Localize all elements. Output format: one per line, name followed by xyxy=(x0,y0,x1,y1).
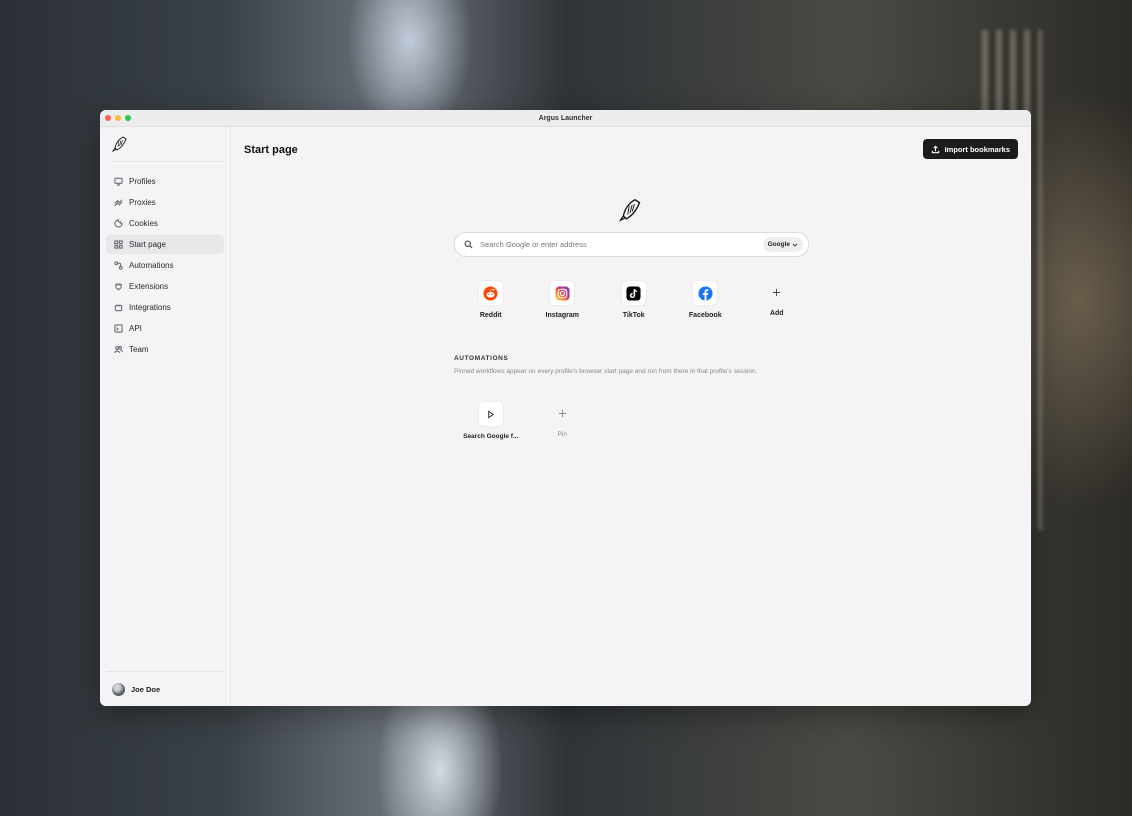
shortcut-tile xyxy=(477,280,504,306)
shortcut-tiktok[interactable]: TikTok xyxy=(598,280,670,319)
import-bookmarks-label: Import bookmarks xyxy=(944,144,1010,154)
shortcut-label: Add xyxy=(769,310,784,317)
reddit-icon xyxy=(483,285,498,301)
user-profile[interactable]: Joe Doe xyxy=(106,671,224,706)
sidebar-item-label: Automations xyxy=(129,261,174,270)
monitor-icon xyxy=(114,177,123,186)
team-icon xyxy=(114,345,123,354)
tiktok-icon xyxy=(626,285,641,301)
sidebar: Profiles Proxies Cookies Start page Auto… xyxy=(100,127,231,706)
search-icon xyxy=(464,240,473,249)
plus-icon xyxy=(558,409,566,417)
sidebar-item-automations[interactable]: Automations xyxy=(106,256,224,275)
sidebar-item-team[interactable]: Team xyxy=(106,340,224,359)
shortcut-add[interactable]: Add xyxy=(741,280,813,319)
avatar xyxy=(112,682,125,696)
sidebar-item-extensions[interactable]: Extensions xyxy=(106,277,224,296)
automations-description: Pinned workflows appear on every profile… xyxy=(454,368,758,375)
automation-tile xyxy=(477,401,504,427)
grid-icon xyxy=(114,240,123,249)
automation-label: Pin xyxy=(557,431,567,438)
sidebar-item-api[interactable]: API xyxy=(106,319,224,338)
argus-logo-icon xyxy=(618,198,641,222)
sidebar-item-profiles[interactable]: Profiles xyxy=(106,172,224,191)
facebook-icon xyxy=(698,285,713,301)
shortcut-instagram[interactable]: Instagram xyxy=(527,280,599,319)
sidebar-item-label: Start page xyxy=(129,240,166,249)
shortcut-facebook[interactable]: Facebook xyxy=(670,280,742,319)
title-bar: Argus Launcher xyxy=(100,110,1031,127)
center-logo xyxy=(618,197,641,228)
sidebar-item-start-page[interactable]: Start page xyxy=(106,235,224,254)
terminal-icon xyxy=(114,324,123,333)
plus-icon xyxy=(773,288,781,296)
sidebar-item-cookies[interactable]: Cookies xyxy=(106,214,224,233)
search-bar[interactable]: Google xyxy=(454,232,809,257)
shortcut-reddit[interactable]: Reddit xyxy=(455,280,527,319)
sidebar-item-label: Integrations xyxy=(129,303,171,312)
automation-item[interactable]: Search Google f... xyxy=(455,401,527,440)
automations-list: Search Google f... Pin xyxy=(455,401,598,440)
shortcut-tile xyxy=(692,280,719,306)
window-title: Argus Launcher xyxy=(538,114,593,122)
shortcut-label: Instagram xyxy=(545,312,579,319)
automations-heading: AUTOMATIONS xyxy=(454,355,509,362)
user-name: Joe Doe xyxy=(131,684,161,694)
automation-icon xyxy=(114,261,123,270)
upload-icon xyxy=(931,145,939,153)
shortcuts: Reddit Instagram TikTok Facebook Add xyxy=(455,280,813,319)
page-title: Start page xyxy=(244,144,298,156)
automation-tile xyxy=(550,401,574,425)
shortcut-label: TikTok xyxy=(622,312,645,319)
sidebar-logo xyxy=(112,127,224,162)
sidebar-item-integrations[interactable]: Integrations xyxy=(106,298,224,317)
cookie-icon xyxy=(114,219,123,228)
sidebar-item-label: Extensions xyxy=(129,282,169,291)
sidebar-item-label: Team xyxy=(129,345,149,354)
shortcut-tile xyxy=(620,280,647,306)
chevron-down-icon xyxy=(792,243,798,247)
plug-icon xyxy=(115,282,122,291)
import-bookmarks-button[interactable]: Import bookmarks xyxy=(922,139,1018,159)
play-icon xyxy=(488,409,495,419)
shortcut-label: Facebook xyxy=(688,312,722,319)
sidebar-item-label: Proxies xyxy=(129,198,156,207)
argus-logo-icon xyxy=(112,136,127,152)
shortcut-tile xyxy=(765,280,789,304)
search-engine-select[interactable]: Google xyxy=(762,237,803,252)
sidebar-item-label: Cookies xyxy=(129,219,158,228)
shortcut-label: Reddit xyxy=(479,312,502,319)
sidebar-item-proxies[interactable]: Proxies xyxy=(106,193,224,212)
search-input[interactable] xyxy=(478,239,763,250)
sidebar-item-label: API xyxy=(129,324,142,333)
automation-label: Search Google f... xyxy=(463,433,519,440)
sidebar-item-label: Profiles xyxy=(129,177,156,186)
proxy-icon xyxy=(114,199,123,207)
search-engine-label: Google xyxy=(767,241,790,248)
sidebar-nav: Profiles Proxies Cookies Start page Auto… xyxy=(100,172,230,359)
main-content: Start page Import bookmarks Google xyxy=(231,127,1031,706)
app-window: Argus Launcher Profiles Proxies Cookies … xyxy=(100,110,1031,706)
integration-icon xyxy=(114,304,123,312)
instagram-icon xyxy=(555,285,570,301)
pin-automation-button[interactable]: Pin xyxy=(527,401,599,440)
shortcut-tile xyxy=(549,280,576,306)
